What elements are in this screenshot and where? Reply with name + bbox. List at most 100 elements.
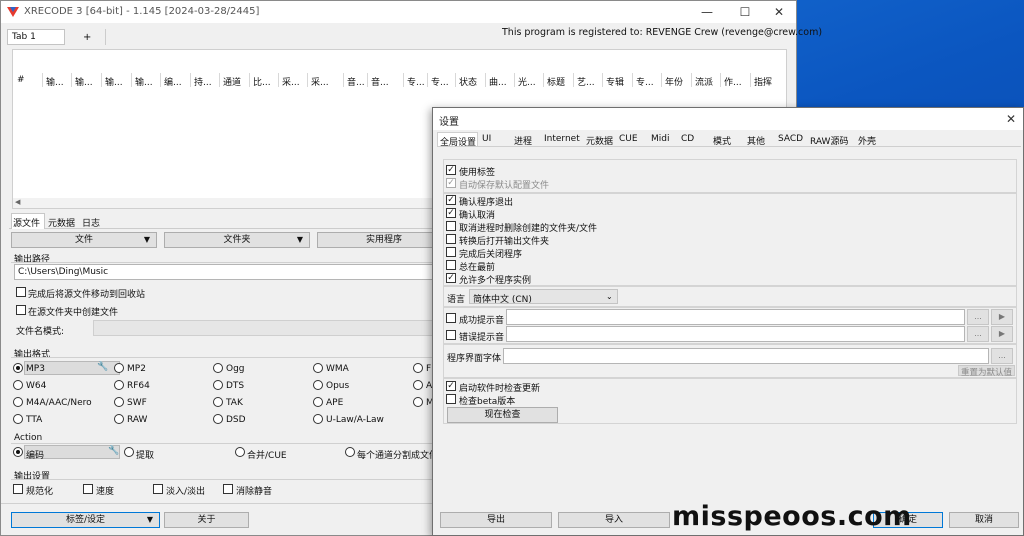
ui-font-input[interactable] [503, 348, 989, 364]
column-header[interactable]: 专辑 [606, 75, 624, 88]
remove-silence-checkbox[interactable] [223, 484, 233, 494]
column-header[interactable]: 采... [282, 75, 300, 88]
column-header[interactable]: 专... [431, 75, 449, 88]
move-to-recycle-checkbox[interactable] [16, 287, 26, 297]
check-beta-checkbox[interactable] [446, 394, 456, 404]
font-browse-button[interactable]: ... [991, 348, 1013, 364]
format-radio[interactable] [114, 414, 124, 424]
format-radio[interactable] [213, 397, 223, 407]
format-radio[interactable] [313, 397, 323, 407]
column-header[interactable]: 专... [407, 75, 425, 88]
settings-checkbox[interactable]: ✓ [446, 195, 456, 205]
format-radio[interactable] [313, 380, 323, 390]
settings-tab[interactable]: SACD [776, 132, 806, 147]
format-radio[interactable] [114, 397, 124, 407]
success-browse-button[interactable]: ... [967, 309, 989, 325]
split-channels-radio[interactable] [345, 447, 355, 457]
column-header[interactable]: 通道 [223, 75, 241, 88]
column-header[interactable]: 采... [311, 75, 329, 88]
files-button[interactable]: 文件 ▼ [11, 232, 157, 248]
settings-checkbox[interactable] [446, 260, 456, 270]
tab-1[interactable]: Tab 1 [7, 29, 65, 45]
format-radio[interactable] [13, 363, 23, 373]
column-header[interactable]: 作... [724, 75, 742, 88]
format-radio[interactable] [313, 363, 323, 373]
tab-global-settings[interactable]: 全局设置 [437, 132, 478, 148]
wrench-icon[interactable]: 🔧 [108, 446, 119, 456]
settings-tab[interactable]: 其他 [745, 132, 774, 147]
success-sound-checkbox[interactable] [446, 313, 456, 323]
column-header[interactable]: 专... [636, 75, 654, 88]
column-header[interactable]: 光... [518, 75, 536, 88]
error-sound-checkbox[interactable] [446, 330, 456, 340]
column-header[interactable]: 流派 [695, 75, 713, 88]
tags-settings-button[interactable]: 标签/设定 ▼ [11, 512, 160, 528]
format-radio[interactable] [313, 414, 323, 424]
column-header[interactable]: # [17, 75, 25, 85]
column-header[interactable]: 输... [105, 75, 123, 88]
speed-checkbox[interactable] [83, 484, 93, 494]
settings-tab[interactable]: Internet [542, 132, 582, 147]
settings-close-icon[interactable]: ✕ [998, 108, 1024, 130]
column-header[interactable]: 指挥 [754, 75, 772, 88]
column-header[interactable]: 音... [347, 75, 365, 88]
folder-button[interactable]: 文件夹 ▼ [164, 232, 310, 248]
settings-checkbox[interactable]: ✓ [446, 208, 456, 218]
settings-checkbox[interactable]: ✓ [446, 273, 456, 283]
format-radio[interactable] [213, 380, 223, 390]
error-sound-input[interactable] [506, 326, 965, 342]
tab-metadata[interactable]: 元数据 [48, 216, 75, 229]
close-icon[interactable]: ✕ [761, 1, 797, 23]
column-header[interactable]: 持... [194, 75, 212, 88]
maximize-icon[interactable]: ☐ [727, 1, 763, 23]
normalize-checkbox[interactable] [13, 484, 23, 494]
cancel-button[interactable]: 取消 [949, 512, 1019, 528]
about-button[interactable]: 关于 [164, 512, 249, 528]
minimize-icon[interactable]: — [689, 1, 725, 23]
play-icon[interactable]: ▶ [991, 326, 1013, 342]
column-header[interactable]: 比... [253, 75, 271, 88]
format-radio[interactable] [13, 380, 23, 390]
column-header[interactable]: 标题 [547, 75, 565, 88]
reset-default-button[interactable]: 重置为默认值 [958, 365, 1015, 378]
format-radio[interactable] [413, 363, 423, 373]
settings-checkbox[interactable] [446, 247, 456, 257]
settings-tab[interactable]: UI [480, 132, 510, 147]
encode-radio[interactable] [13, 447, 23, 457]
format-radio[interactable] [213, 414, 223, 424]
format-radio[interactable] [213, 363, 223, 373]
column-header[interactable]: 编... [164, 75, 182, 88]
scroll-left-icon[interactable]: ◀ [15, 198, 20, 206]
error-browse-button[interactable]: ... [967, 326, 989, 342]
wrench-icon[interactable]: 🔧 [97, 362, 108, 372]
settings-tab[interactable]: 模式 [711, 132, 743, 147]
format-radio[interactable] [413, 397, 423, 407]
column-header[interactable]: 输... [46, 75, 64, 88]
export-button[interactable]: 导出 [440, 512, 552, 528]
format-radio[interactable] [413, 380, 423, 390]
create-in-source-checkbox[interactable] [16, 305, 26, 315]
format-radio[interactable] [13, 414, 23, 424]
auto-save-profile-checkbox[interactable]: ✓ [446, 178, 456, 188]
settings-tab[interactable]: CUE [617, 132, 647, 147]
use-tags-checkbox[interactable]: ✓ [446, 165, 456, 175]
column-header[interactable]: 输... [75, 75, 93, 88]
utility-button[interactable]: 实用程序 [317, 232, 451, 248]
check-updates-checkbox[interactable]: ✓ [446, 381, 456, 391]
settings-tab[interactable]: 元数据 [584, 132, 615, 147]
format-radio[interactable] [13, 397, 23, 407]
settings-tab[interactable]: 外壳 [856, 132, 884, 147]
extract-radio[interactable] [124, 447, 134, 457]
settings-checkbox[interactable] [446, 221, 456, 231]
settings-tab[interactable]: Midi [649, 132, 677, 147]
format-radio[interactable] [114, 380, 124, 390]
settings-tab[interactable]: 进程 [512, 132, 540, 147]
fade-checkbox[interactable] [153, 484, 163, 494]
column-header[interactable]: 输... [135, 75, 153, 88]
column-header[interactable]: 状态 [459, 75, 477, 88]
merge-radio[interactable] [235, 447, 245, 457]
filename-pattern-input[interactable] [93, 320, 437, 336]
column-header[interactable]: 年份 [665, 75, 683, 88]
column-header[interactable]: 音... [371, 75, 389, 88]
add-tab-button[interactable]: + [83, 32, 91, 43]
